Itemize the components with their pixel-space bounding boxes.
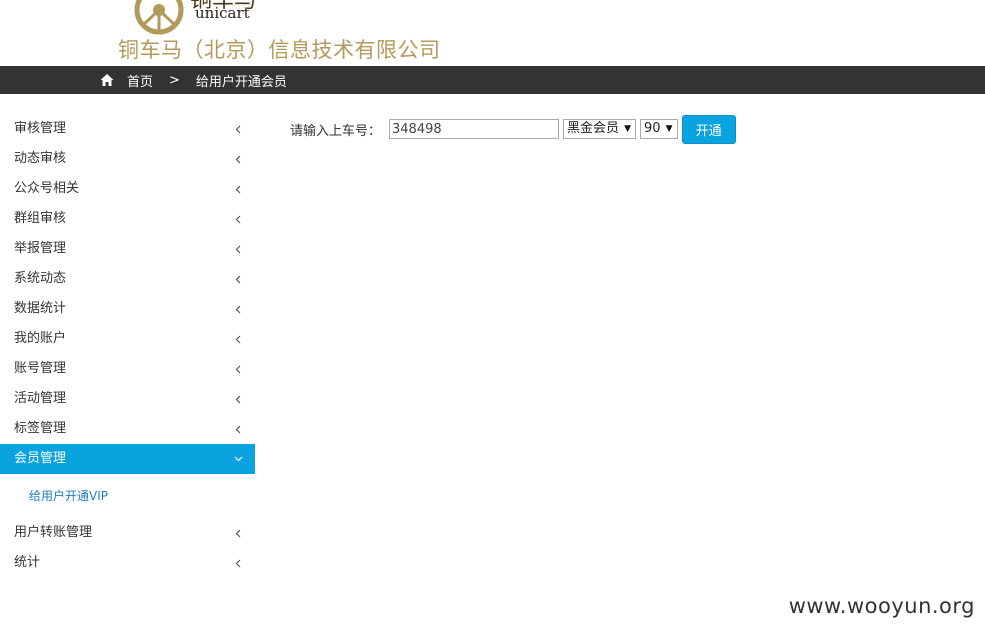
sidebar-item-statistics-data[interactable]: 数据统计 [0, 294, 255, 324]
sidebar-item-user-transfer[interactable]: 用户转账管理 [0, 518, 255, 548]
chevron-left-icon [233, 548, 243, 578]
chevron-left-icon [233, 518, 243, 548]
company-name: 铜车马（北京）信息技术有限公司 [118, 38, 441, 62]
sidebar-item-label: 群组审核 [14, 211, 67, 226]
sidebar-item-label: 用户转账管理 [14, 525, 93, 540]
sidebar-item-tags[interactable]: 标签管理 [0, 414, 255, 444]
chevron-left-icon [233, 114, 243, 144]
sidebar-item-label: 数据统计 [14, 301, 67, 316]
car-number-input[interactable] [389, 119, 560, 139]
sidebar-item-reports[interactable]: 举报管理 [0, 234, 255, 264]
home-icon[interactable] [100, 73, 114, 87]
breadcrumb-home-link[interactable]: 首页 [127, 71, 153, 90]
sidebar-item-label: 系统动态 [14, 271, 67, 286]
grant-vip-form: 请输入上车号： 黑金会员 ▼ 90 ▼ 开通 [290, 114, 736, 144]
sidebar-item-label: 我的账户 [14, 331, 67, 346]
dropdown-arrow-icon: ▼ [624, 124, 632, 134]
sidebar-item-label: 标签管理 [14, 421, 67, 436]
sidebar-item-activities[interactable]: 活动管理 [0, 384, 255, 414]
sidebar-item-system-feed[interactable]: 系统动态 [0, 264, 255, 294]
sidebar: 审核管理 动态审核 公众号相关 群组审核 举报管理 系统动态 数据统计 我的账户… [0, 114, 255, 578]
sidebar-item-label: 举报管理 [14, 241, 67, 256]
header: 铜车马 unicart 铜车马（北京）信息技术有限公司 [0, 0, 985, 66]
sidebar-item-label: 统计 [14, 555, 41, 570]
chevron-left-icon [233, 174, 243, 204]
membership-type-select[interactable]: 黑金会员 ▼ [563, 119, 637, 139]
watermark: www.wooyun.org [788, 594, 975, 618]
sidebar-item-stats[interactable]: 统计 [0, 548, 255, 578]
activate-button[interactable]: 开通 [681, 114, 736, 144]
breadcrumb-bar: 首页 > 给用户开通会员 [0, 66, 985, 94]
sidebar-item-label: 公众号相关 [14, 181, 80, 196]
logo-wordmark-en: unicart [195, 4, 250, 22]
membership-type-value: 黑金会员 [567, 121, 620, 136]
duration-days-select[interactable]: 90 ▼ [640, 119, 678, 139]
breadcrumb-current: 给用户开通会员 [195, 74, 287, 90]
logo: 铜车马 unicart [132, 0, 282, 35]
sidebar-item-membership[interactable]: 会员管理 [0, 444, 255, 474]
duration-days-value: 90 [644, 121, 661, 136]
sidebar-item-my-account[interactable]: 我的账户 [0, 324, 255, 354]
chevron-left-icon [233, 264, 243, 294]
sidebar-item-account-management[interactable]: 账号管理 [0, 354, 255, 384]
chevron-left-icon [233, 354, 243, 384]
chevron-down-icon [233, 444, 243, 474]
sidebar-subitem-grant-vip[interactable]: 给用户开通VIP [0, 474, 255, 518]
chevron-left-icon [233, 144, 243, 174]
chevron-left-icon [233, 294, 243, 324]
sidebar-item-group-audit[interactable]: 群组审核 [0, 204, 255, 234]
sidebar-item-label: 会员管理 [14, 451, 67, 466]
sidebar-item-label: 审核管理 [14, 121, 67, 136]
sidebar-item-official-account[interactable]: 公众号相关 [0, 174, 255, 204]
chevron-left-icon [233, 204, 243, 234]
chevron-left-icon [233, 384, 243, 414]
sidebar-item-feed-audit[interactable]: 动态审核 [0, 144, 255, 174]
sidebar-item-label: 活动管理 [14, 391, 67, 406]
sidebar-item-audit[interactable]: 审核管理 [0, 114, 255, 144]
chevron-left-icon [233, 234, 243, 264]
breadcrumb-separator: > [169, 72, 180, 88]
dropdown-arrow-icon: ▼ [665, 124, 673, 134]
chevron-left-icon [233, 414, 243, 444]
breadcrumb: 首页 > 给用户开通会员 [100, 66, 287, 94]
sidebar-item-label: 动态审核 [14, 151, 67, 166]
sidebar-item-label: 账号管理 [14, 361, 67, 376]
car-number-label: 请输入上车号： [290, 123, 382, 139]
chevron-left-icon [233, 324, 243, 354]
